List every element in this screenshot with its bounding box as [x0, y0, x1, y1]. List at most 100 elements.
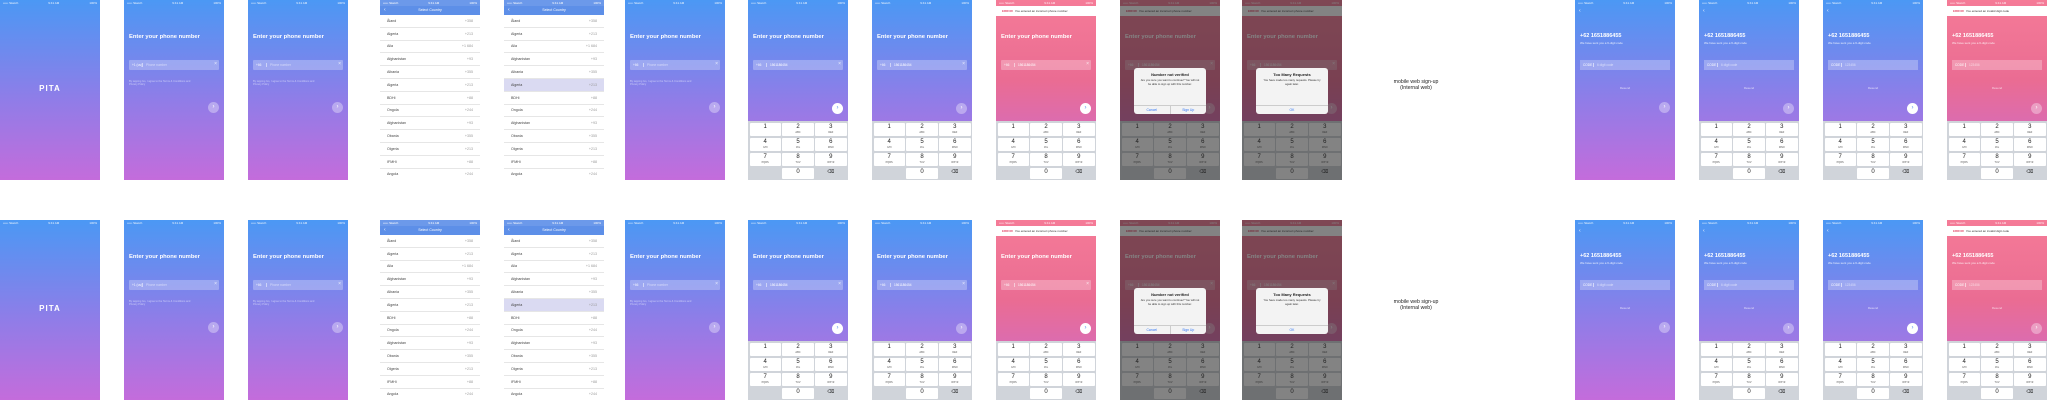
delete-key[interactable]: ⌫	[939, 168, 970, 179]
country-code-field[interactable]: +66	[633, 63, 644, 67]
keypad-key[interactable]: 8TUV	[1733, 372, 1765, 387]
keypad-key[interactable]: 4GHI	[1948, 137, 1980, 152]
country-row[interactable]: Afghanistan +93	[504, 117, 604, 131]
keypad-key[interactable]: 2ABC	[1030, 122, 1062, 137]
keypad-key[interactable]: 1	[1948, 122, 1980, 137]
keypad-key[interactable]: 9WXYZ	[939, 152, 971, 167]
keypad-key[interactable]: 4GHI	[1948, 357, 1980, 372]
sign-up-button[interactable]: Sign Up	[1169, 326, 1207, 334]
ok-button[interactable]: OK	[1256, 326, 1328, 334]
keypad-key[interactable]: 1	[873, 342, 905, 357]
country-code-field[interactable]: +66	[633, 283, 644, 287]
back-icon[interactable]: ‹	[1579, 8, 1581, 14]
clear-icon[interactable]: ×	[962, 281, 965, 287]
country-row[interactable]: Ongola +244	[380, 325, 480, 338]
clear-icon[interactable]: ×	[715, 61, 718, 67]
next-button[interactable]: ›	[1907, 323, 1918, 334]
country-row[interactable]: Aila +1 684	[504, 41, 604, 54]
keypad-key[interactable]: 5JKL	[1857, 357, 1889, 372]
resend-link[interactable]: Resend	[1699, 86, 1799, 90]
keypad-key[interactable]: 1	[1948, 342, 1980, 357]
keypad-key[interactable]: 4GHI	[873, 137, 905, 152]
delete-key[interactable]: ⌫	[939, 388, 970, 399]
country-row[interactable]: Angola +244	[380, 389, 480, 400]
clear-icon[interactable]: ×	[838, 61, 841, 67]
keypad-key[interactable]: 0	[1981, 167, 2013, 179]
keypad-key[interactable]: 1	[1824, 122, 1856, 137]
keypad-key[interactable]: 7PQRS	[1824, 372, 1856, 387]
keypad-key[interactable]: 0	[1733, 167, 1765, 179]
phone-input-group[interactable]: +66 Phone number ×	[630, 280, 720, 290]
phone-number-input[interactable]: 1561186454	[1018, 283, 1036, 287]
keypad-key[interactable]: 7PQRS	[997, 372, 1029, 387]
next-button[interactable]: ›	[332, 322, 343, 333]
country-row[interactable]: Obania +355	[380, 130, 480, 143]
country-row[interactable]: Ongola +244	[380, 105, 480, 118]
keypad-key[interactable]: 2ABC	[1981, 122, 2013, 137]
country-row[interactable]: BDHi +88	[380, 312, 480, 325]
next-button[interactable]: ›	[1659, 102, 1670, 113]
next-button[interactable]: ›	[832, 323, 843, 334]
back-icon[interactable]: ‹	[1703, 8, 1705, 14]
keypad-key[interactable]: 7PQRS	[1700, 372, 1732, 387]
country-row[interactable]: Algeria +213	[380, 299, 480, 312]
next-button[interactable]: ›	[956, 323, 967, 334]
country-row[interactable]: IFMHi +88	[380, 376, 480, 389]
keypad-key[interactable]: 0	[782, 387, 814, 399]
phone-input-group[interactable]: +1 (us) Phone number ×	[129, 60, 219, 70]
country-row[interactable]: Albania +355	[380, 286, 480, 299]
keypad-key[interactable]: 7PQRS	[1700, 152, 1732, 167]
country-row[interactable]: Algeria +213	[504, 299, 604, 312]
code-input[interactable]: 6 digit code	[1597, 283, 1613, 287]
delete-key[interactable]: ⌫	[2014, 168, 2045, 179]
keypad-key[interactable]: 9WXYZ	[1063, 372, 1095, 387]
next-button[interactable]: ›	[709, 322, 720, 333]
keypad-key[interactable]: 6MNO	[815, 357, 847, 372]
phone-number-input[interactable]: Phone number	[270, 63, 291, 67]
phone-input-group[interactable]: +66 1561186454 ×	[753, 280, 843, 290]
clear-icon[interactable]: ×	[214, 281, 217, 287]
keypad-key[interactable]: 3DEF	[815, 342, 847, 357]
keypad-key[interactable]: 1	[1700, 342, 1732, 357]
country-row[interactable]: Albania +355	[380, 66, 480, 79]
keypad-key[interactable]: 2ABC	[1733, 122, 1765, 137]
next-button[interactable]: ›	[208, 102, 219, 113]
keypad-key[interactable]: 7PQRS	[873, 152, 905, 167]
keypad-key[interactable]: 5JKL	[906, 137, 938, 152]
keypad-key[interactable]: 4GHI	[749, 137, 781, 152]
keypad-key[interactable]: 6MNO	[1890, 357, 1922, 372]
delete-key[interactable]: ⌫	[1063, 168, 1094, 179]
keypad-key[interactable]: 9WXYZ	[1890, 372, 1922, 387]
clear-icon[interactable]: ×	[338, 61, 341, 67]
keypad-key[interactable]: 4GHI	[873, 357, 905, 372]
back-icon[interactable]: ‹	[508, 226, 510, 235]
country-row[interactable]: Aila +1 684	[380, 261, 480, 274]
keypad-key[interactable]: 8TUV	[1981, 372, 2013, 387]
clear-icon[interactable]: ×	[1086, 61, 1089, 67]
keypad-key[interactable]: 8TUV	[1981, 152, 2013, 167]
keypad-key[interactable]: 4GHI	[1824, 137, 1856, 152]
next-button[interactable]: ›	[1907, 103, 1918, 114]
next-button[interactable]: ›	[832, 103, 843, 114]
keypad-key[interactable]: 1	[749, 122, 781, 137]
code-input-group[interactable]: CODE 123456	[1952, 280, 2042, 290]
resend-link[interactable]: Resend	[1823, 306, 1923, 310]
keypad-key[interactable]: 2ABC	[782, 122, 814, 137]
phone-input-group[interactable]: +66 1561186454 ×	[753, 60, 843, 70]
keypad-key[interactable]: 0	[782, 167, 814, 179]
country-code-field[interactable]: +66	[756, 283, 767, 287]
keypad-key[interactable]: 3DEF	[2014, 342, 2046, 357]
clear-icon[interactable]: ×	[1086, 281, 1089, 287]
phone-number-input[interactable]: 1561186454	[1018, 63, 1036, 67]
keypad-key[interactable]: 6MNO	[1063, 137, 1095, 152]
keypad-key[interactable]: 5JKL	[1030, 357, 1062, 372]
country-row[interactable]: Afghanistan +93	[380, 117, 480, 131]
country-row[interactable]: Algeria +213	[504, 248, 604, 261]
keypad-key[interactable]: 8TUV	[1030, 372, 1062, 387]
code-input-group[interactable]: CODE 6 digit code	[1704, 280, 1794, 290]
keypad-key[interactable]: 9WXYZ	[1766, 152, 1798, 167]
next-button[interactable]: ›	[1080, 103, 1091, 114]
country-row[interactable]: Olgeria +213	[380, 143, 480, 156]
keypad-key[interactable]: 5JKL	[1981, 137, 2013, 152]
keypad-key[interactable]: 6MNO	[2014, 357, 2046, 372]
